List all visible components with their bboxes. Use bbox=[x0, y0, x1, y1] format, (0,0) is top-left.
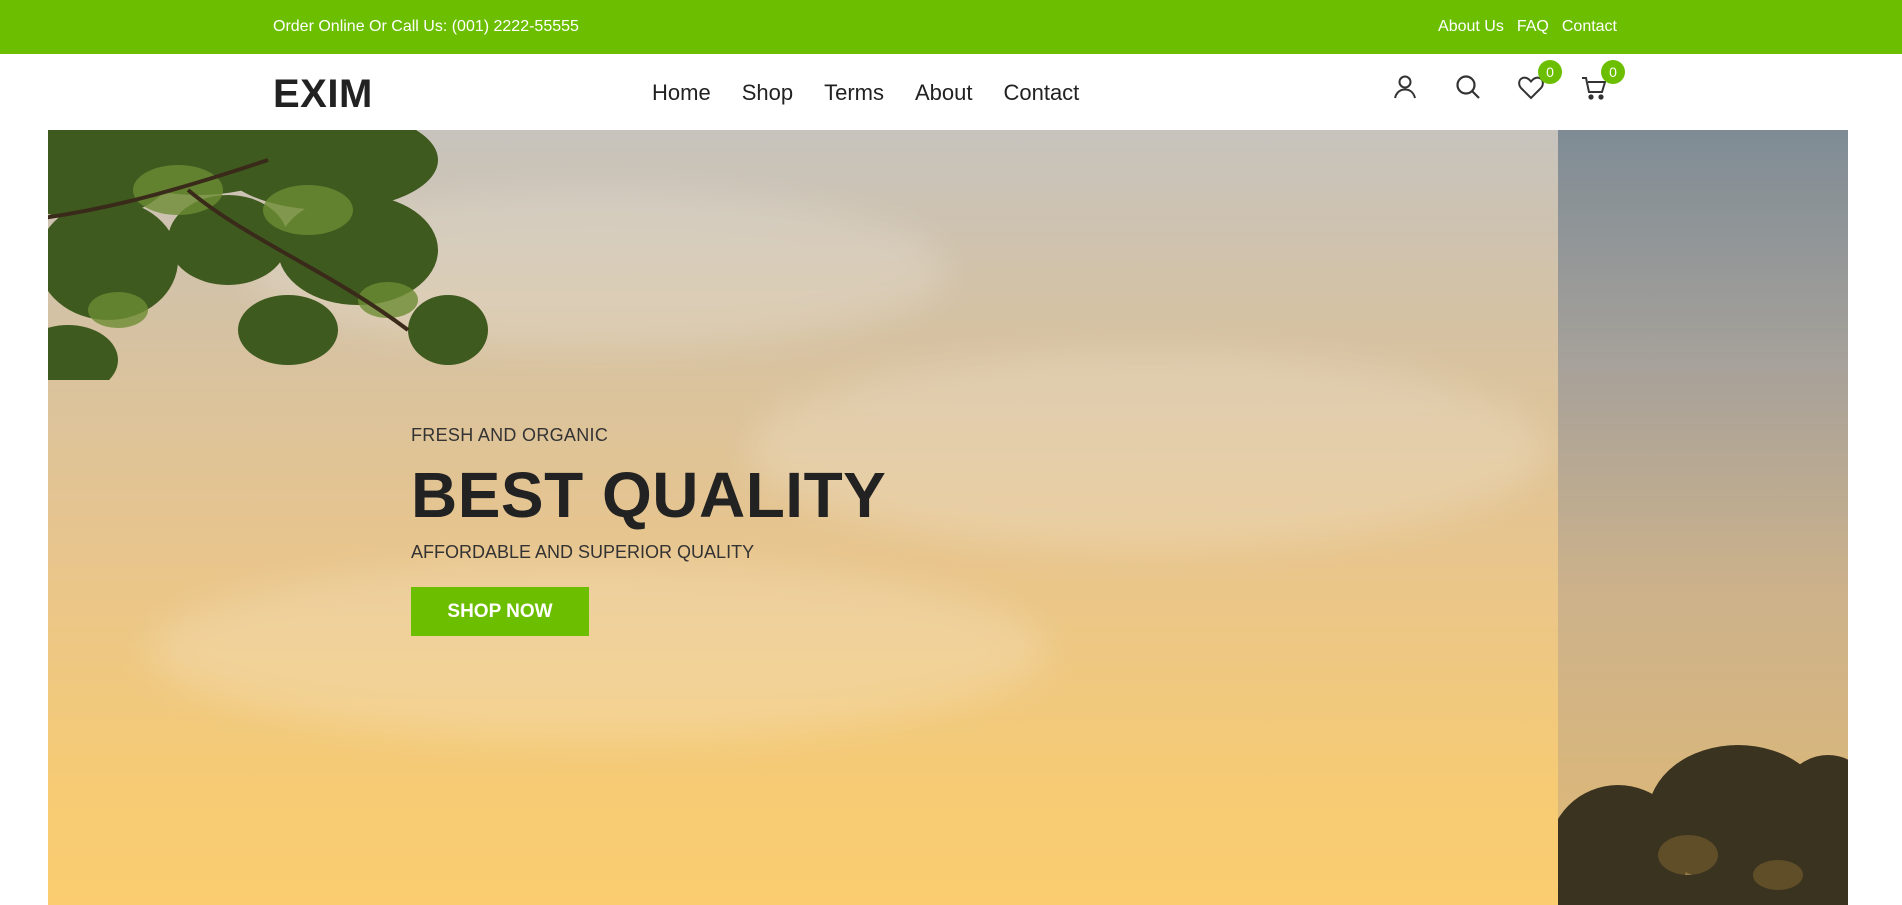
top-link-contact[interactable]: Contact bbox=[1562, 18, 1617, 36]
tree-silhouette-image bbox=[1558, 745, 1848, 905]
hero-content: FRESH AND ORGANIC BEST QUALITY AFFORDABL… bbox=[411, 425, 886, 636]
cart-button[interactable]: 0 bbox=[1579, 60, 1625, 102]
hero-tagline: AFFORDABLE AND SUPERIOR QUALITY bbox=[411, 542, 755, 562]
site-header: EXIM Home Shop Terms About Contact 0 0 bbox=[0, 54, 1902, 130]
cart-count-badge: 0 bbox=[1601, 60, 1625, 84]
shop-now-button[interactable]: SHOP NOW bbox=[411, 587, 589, 636]
hero-headline: BEST QUALITY bbox=[411, 459, 887, 531]
order-phone-text: Order Online Or Call Us: (001) 2222-5555… bbox=[273, 18, 579, 35]
nav-terms[interactable]: Terms bbox=[824, 80, 884, 106]
top-links: About Us FAQ Contact bbox=[1438, 18, 1617, 36]
nav-about[interactable]: About bbox=[915, 80, 973, 106]
wishlist-count-badge: 0 bbox=[1538, 60, 1562, 84]
top-link-about-us[interactable]: About Us bbox=[1438, 18, 1504, 36]
nav-contact[interactable]: Contact bbox=[1003, 80, 1079, 106]
hero-eyebrow: FRESH AND ORGANIC bbox=[411, 425, 609, 445]
next-slide-preview bbox=[1558, 130, 1848, 905]
main-nav: Home Shop Terms About Contact bbox=[652, 80, 1079, 106]
nav-shop[interactable]: Shop bbox=[742, 80, 793, 106]
top-bar: Order Online Or Call Us: (001) 2222-5555… bbox=[0, 0, 1902, 54]
header-icons: 0 0 bbox=[1390, 60, 1625, 102]
hero-banner: FRESH AND ORGANIC BEST QUALITY AFFORDABL… bbox=[48, 130, 1558, 905]
user-icon[interactable] bbox=[1390, 72, 1420, 102]
tree-foliage-image bbox=[48, 130, 488, 380]
search-icon[interactable] bbox=[1453, 72, 1483, 102]
nav-home[interactable]: Home bbox=[652, 80, 711, 106]
site-logo[interactable]: EXIM bbox=[273, 72, 373, 117]
top-link-faq[interactable]: FAQ bbox=[1517, 18, 1549, 36]
wishlist-button[interactable]: 0 bbox=[1516, 60, 1562, 102]
